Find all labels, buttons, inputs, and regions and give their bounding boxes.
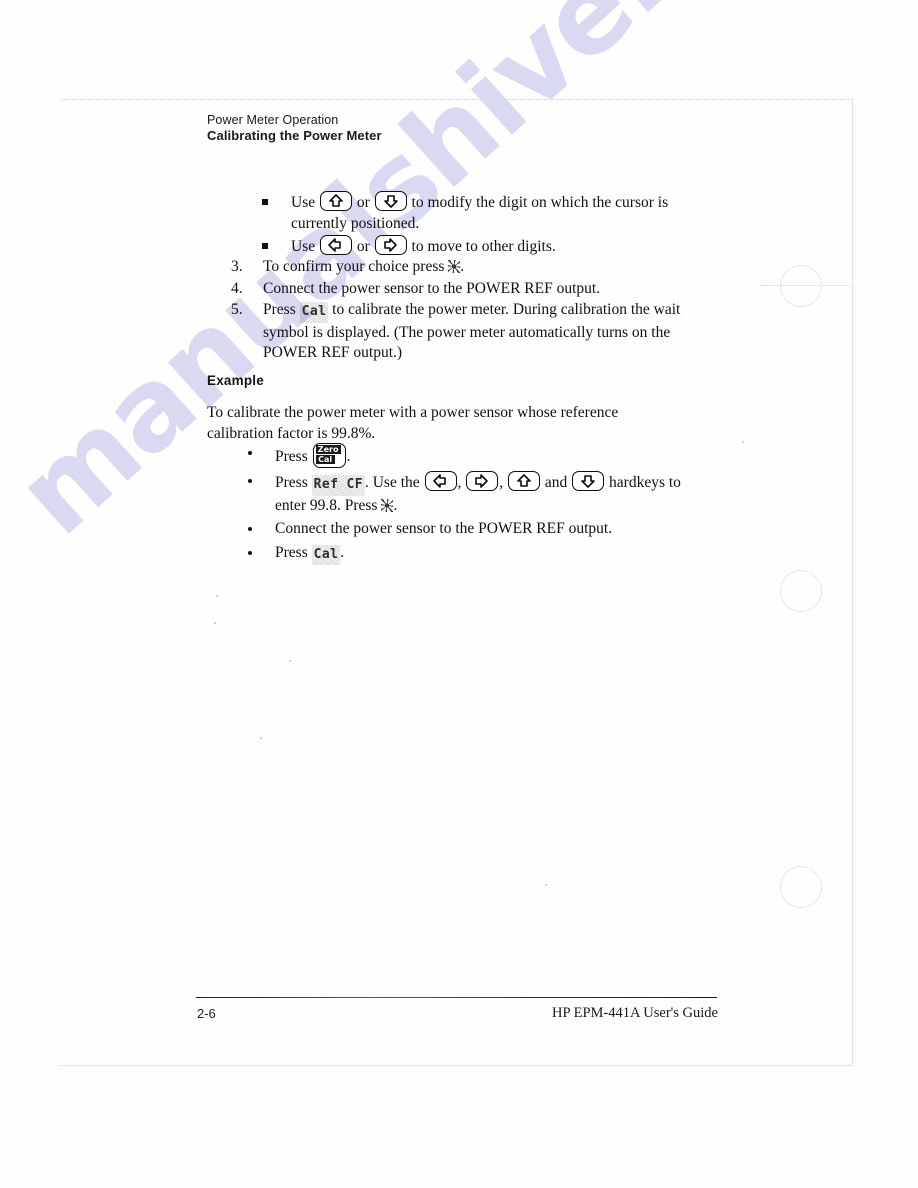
- ref-cf-softkey: Ref CF: [311, 475, 365, 496]
- body-text: Connect the power sensor to the POWER RE…: [275, 520, 613, 537]
- sub-bullet-item: Use or to modify the digit on which the …: [258, 191, 710, 234]
- round-bullet-icon: [248, 527, 252, 531]
- footer-guide-title: HP EPM-441A User's Guide: [551, 1005, 718, 1021]
- numbered-step-item: 4. Connect the power sensor to the POWER …: [231, 279, 711, 300]
- step-number: 3.: [231, 258, 243, 275]
- zero-cal-key-top-label: Zero: [315, 445, 341, 454]
- body-text: .: [460, 258, 465, 275]
- example-bullet-list: Press Zero Cal. Press Ref CF. Use the , , …: [243, 443, 713, 568]
- square-bullet-icon: [262, 199, 268, 205]
- arrow-left-key: [424, 471, 457, 491]
- zero-cal-key: Zero Cal: [312, 443, 346, 468]
- scanned-page: manualshive.com Power Meter Operation Ca…: [0, 0, 918, 1188]
- body-text: Press: [263, 301, 300, 318]
- body-text: To confirm your choice press: [263, 258, 449, 275]
- example-bullet-item: Connect the power sensor to the POWER RE…: [243, 519, 713, 540]
- footer-page-number: 2-6: [197, 1006, 216, 1021]
- round-bullet-icon: [248, 479, 252, 483]
- body-text: Use: [291, 238, 319, 255]
- percent-softkey: [381, 498, 394, 512]
- body-text: Press: [275, 543, 312, 561]
- arrow-right-key: [466, 471, 499, 491]
- example-intro-paragraph: To calibrate the power meter with a powe…: [207, 404, 619, 442]
- body-text: .: [340, 543, 345, 561]
- round-bullet-icon: [248, 451, 252, 455]
- page-content: Power Meter Operation Calibrating the Po…: [0, 0, 918, 1188]
- body-text: . Use the: [364, 474, 424, 491]
- numbered-step-list: 3. To confirm your choice press . 4. Connec…: [231, 257, 711, 365]
- percent-softkey: [448, 260, 461, 273]
- numbered-step-item: 5. Press Cal to calibrate the power meter…: [231, 300, 711, 364]
- sub-bullet-list: Use or to modify the digit on which the …: [258, 191, 710, 259]
- step-number: 5.: [231, 301, 243, 318]
- step-number: 4.: [231, 279, 243, 297]
- arrow-up-key: [508, 471, 541, 491]
- running-head-chapter: Power Meter Operation: [207, 113, 339, 127]
- body-text: Press: [275, 474, 312, 491]
- body-text: to move to other digits.: [407, 238, 556, 255]
- footer-rule: [196, 997, 717, 998]
- body-text: or: [352, 238, 374, 255]
- example-bullet-item: Press Zero Cal.: [243, 443, 713, 468]
- arrow-down-key: [374, 191, 407, 211]
- body-text: Press: [275, 448, 312, 465]
- running-head-section: Calibrating the Power Meter: [207, 128, 382, 143]
- example-bullet-item: Press Ref CF. Use the , , and hardkeys t…: [243, 471, 713, 516]
- example-bullet-item: Press Cal.: [243, 543, 713, 565]
- zero-cal-key-bottom-label: Cal: [315, 455, 335, 464]
- body-text: ,: [457, 474, 466, 491]
- body-text: ,: [499, 474, 508, 491]
- body-text: .: [393, 496, 398, 514]
- body-text: Connect the power sensor to the POWER RE…: [263, 279, 601, 297]
- arrow-right-key: [374, 235, 407, 255]
- square-bullet-icon: [262, 243, 268, 249]
- arrow-up-key: [319, 191, 352, 211]
- running-head: Power Meter Operation Calibrating the Po…: [207, 113, 382, 144]
- body-text: and: [541, 474, 572, 491]
- sub-bullet-item: Use or to move to other digits.: [258, 235, 710, 258]
- body-text: .: [346, 448, 351, 465]
- body-text: or: [352, 194, 374, 211]
- arrow-down-key: [572, 471, 605, 491]
- cal-softkey: Cal: [299, 302, 329, 323]
- round-bullet-icon: [248, 550, 252, 555]
- arrow-left-key: [319, 235, 352, 255]
- cal-softkey: Cal: [311, 544, 341, 565]
- example-heading: Example: [207, 373, 264, 388]
- body-text: Use: [291, 194, 319, 211]
- numbered-step-item: 3. To confirm your choice press .: [231, 257, 711, 278]
